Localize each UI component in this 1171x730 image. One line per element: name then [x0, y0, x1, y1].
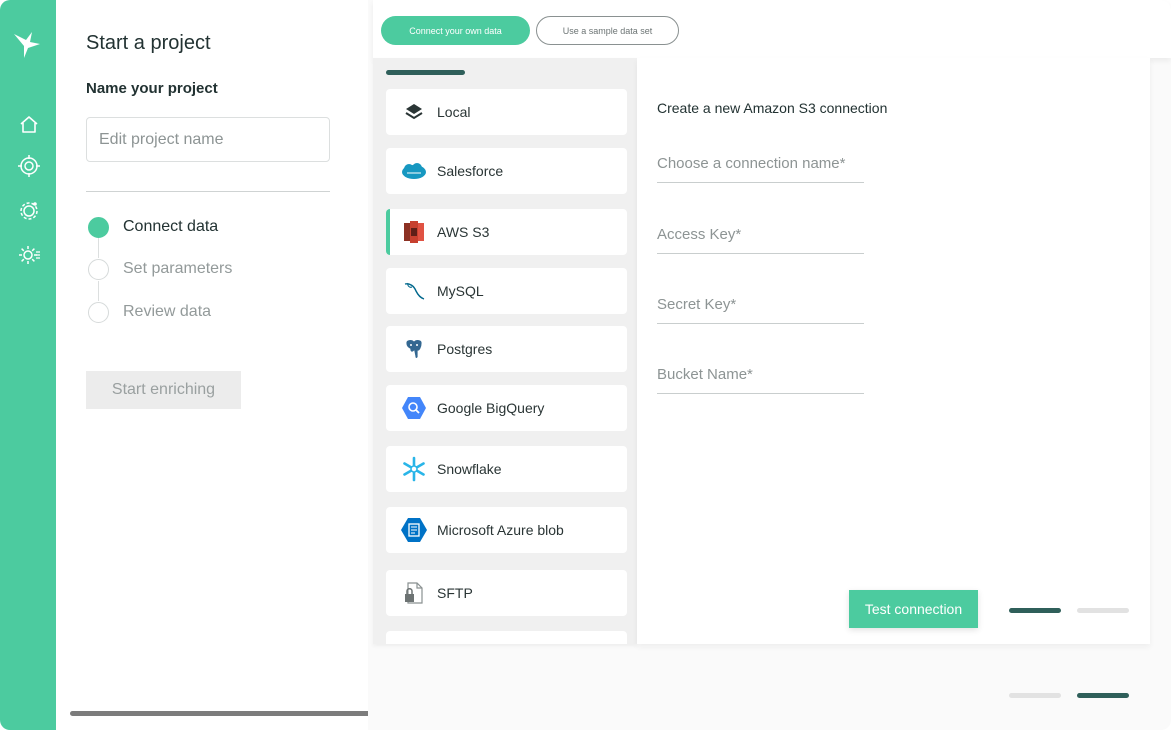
- app-rail: [0, 0, 56, 730]
- source-label: SFTP: [437, 585, 473, 601]
- connection-name-field: [657, 145, 864, 183]
- source-item-mysql[interactable]: MySQL: [386, 268, 627, 314]
- secret-key-field: [657, 286, 864, 324]
- pager-indicator[interactable]: [1009, 693, 1061, 698]
- layers-icon: [399, 97, 429, 127]
- source-item-local[interactable]: Local: [386, 89, 627, 135]
- sftp-icon: [399, 578, 429, 608]
- bucket-name-input[interactable]: [657, 356, 864, 392]
- azure-blob-icon: [399, 515, 429, 545]
- snowflake-icon: [399, 454, 429, 484]
- bigquery-icon: [399, 393, 429, 423]
- access-key-input[interactable]: [657, 216, 864, 252]
- step-connector: [98, 281, 99, 301]
- divider: [86, 191, 330, 192]
- data-source-list: Local Salesforce AWS S3 MySQL Postgres G…: [373, 58, 637, 644]
- access-key-field: [657, 216, 864, 254]
- bucket-name-field: [657, 356, 864, 394]
- source-item-postgres[interactable]: Postgres: [386, 326, 627, 372]
- source-item-snowflake[interactable]: Snowflake: [386, 446, 627, 492]
- connection-name-input[interactable]: [657, 145, 864, 181]
- pager-indicator-active[interactable]: [1077, 693, 1129, 698]
- source-item-salesforce[interactable]: Salesforce: [386, 148, 627, 194]
- gear-icon[interactable]: [17, 243, 41, 267]
- step-label: Connect data: [123, 218, 219, 235]
- project-panel: Start a project Name your project Connec…: [56, 0, 449, 730]
- step-label: Review data: [123, 303, 212, 320]
- postgres-icon: [399, 334, 429, 364]
- step-connector: [98, 238, 99, 258]
- source-label: Microsoft Azure blob: [437, 522, 564, 538]
- aws-s3-icon: [399, 217, 429, 247]
- pager-indicator[interactable]: [1077, 608, 1129, 613]
- step-review-data[interactable]: Review data: [88, 300, 211, 324]
- source-label: AWS S3: [437, 224, 490, 240]
- source-label: MySQL: [437, 283, 484, 299]
- source-item-partial[interactable]: [386, 631, 627, 644]
- step-indicator: [88, 258, 109, 280]
- source-label: Postgres: [437, 341, 493, 357]
- source-label: Google BigQuery: [437, 400, 545, 416]
- page-title: Start a project: [86, 32, 211, 54]
- project-name-input[interactable]: [86, 117, 330, 162]
- connect-own-data-button[interactable]: Connect your own data: [381, 16, 530, 45]
- source-label: Local: [437, 104, 471, 120]
- home-icon[interactable]: [17, 113, 41, 137]
- salesforce-icon: [399, 156, 429, 186]
- start-enriching-button[interactable]: Start enriching: [86, 371, 241, 409]
- secret-key-input[interactable]: [657, 286, 864, 322]
- step-label: Set parameters: [123, 260, 233, 277]
- scroll-handle[interactable]: [386, 70, 465, 75]
- sync-circle-icon[interactable]: [17, 199, 41, 223]
- source-item-azure-blob[interactable]: Microsoft Azure blob: [386, 507, 627, 553]
- sample-data-set-button[interactable]: Use a sample data set: [536, 16, 679, 45]
- test-connection-button[interactable]: Test connection: [849, 590, 978, 628]
- source-label: Salesforce: [437, 163, 504, 179]
- step-connect-data[interactable]: Connect data: [88, 215, 218, 239]
- source-item-aws-s3[interactable]: AWS S3: [386, 209, 627, 255]
- project-name-heading: Name your project: [86, 80, 218, 97]
- step-indicator: [88, 301, 109, 323]
- mysql-icon: [399, 276, 429, 306]
- source-item-google-bigquery[interactable]: Google BigQuery: [386, 385, 627, 431]
- s3-connection-form: Create a new Amazon S3 connection Test c…: [637, 58, 1150, 644]
- source-label: Snowflake: [437, 461, 502, 477]
- step-set-parameters[interactable]: Set parameters: [88, 257, 232, 281]
- pager-indicator-active[interactable]: [1009, 608, 1061, 613]
- form-title: Create a new Amazon S3 connection: [657, 100, 888, 116]
- step-indicator: [88, 216, 109, 238]
- target-icon[interactable]: [17, 154, 41, 178]
- bird-logo-icon: [14, 32, 40, 58]
- source-item-sftp[interactable]: SFTP: [386, 570, 627, 616]
